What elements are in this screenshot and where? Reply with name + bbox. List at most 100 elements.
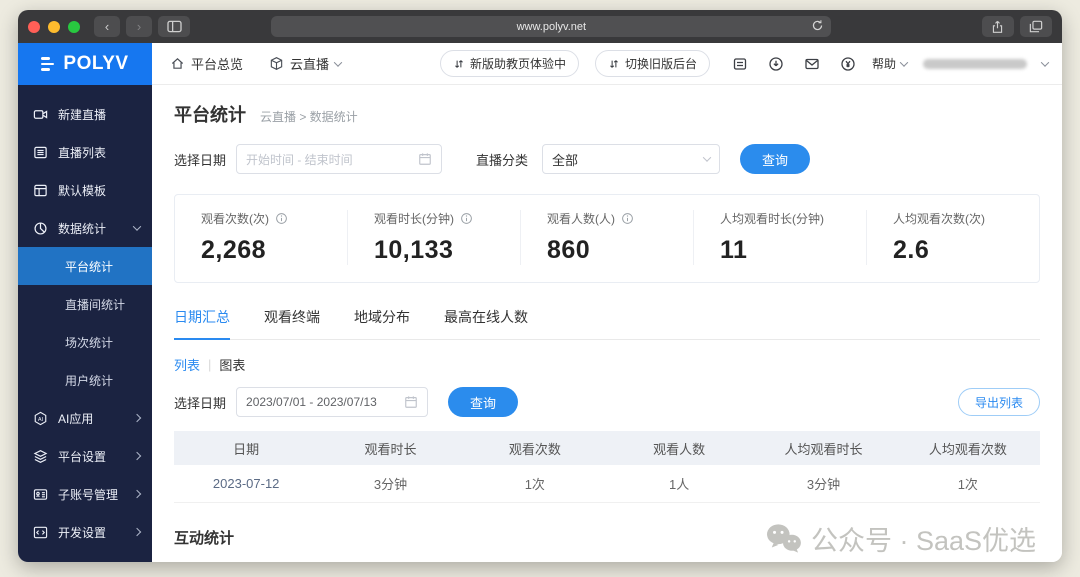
calendar-icon [419, 153, 431, 165]
page-title: 平台统计 [174, 105, 246, 125]
col-date: 日期 [174, 431, 319, 465]
col-views: 观看次数 [462, 431, 607, 465]
cell-date: 2023-07-12 [174, 465, 319, 503]
sidebar-item-label: 平台设置 [58, 449, 107, 464]
help-label: 帮助 [871, 57, 896, 71]
sidebar-item-data-statistics[interactable]: 数据统计 [18, 209, 152, 247]
category-selected-value: 全部 [552, 152, 579, 168]
stat-label: 观看人数(人) [547, 212, 615, 226]
sidebar: 新建直播 直播列表 默认模板 数据统计 平台统计 直播间统计 场次统计 用户统计… [18, 85, 152, 562]
toggle-chart[interactable]: 图表 [219, 355, 245, 374]
stat-value: 2.6 [893, 236, 930, 264]
sidebar-item-user-statistics[interactable]: 用户统计 [18, 361, 152, 399]
stat-label: 观看次数(次) [201, 212, 269, 226]
tab-date-summary[interactable]: 日期汇总 [174, 307, 230, 340]
info-icon[interactable] [460, 212, 473, 225]
new-version-label: 新版助教页体验中 [469, 57, 566, 71]
app-logo: POLYV [18, 43, 152, 85]
zoom-window-button[interactable] [68, 20, 80, 33]
sidebar-item-live-list[interactable]: 直播列表 [18, 133, 152, 171]
account-name-redacted[interactable] [923, 58, 1027, 69]
sidebar-item-developer-settings[interactable]: 开发设置 [18, 513, 152, 551]
sidebar-item-default-template[interactable]: 默认模板 [18, 171, 152, 209]
url-text: www.polyv.net [516, 20, 587, 33]
sidebar-item-ai-apps[interactable]: AI AI应用 [18, 399, 152, 437]
nav-platform-overview[interactable]: 平台总览 [170, 54, 243, 73]
filter-query-button[interactable]: 查询 [740, 144, 811, 174]
category-select[interactable]: 全部 [542, 144, 721, 174]
layers-icon [33, 449, 48, 463]
sidebar-item-liveroom-statistics[interactable]: 直播间统计 [18, 285, 152, 323]
forward-button[interactable]: › [126, 16, 152, 37]
sidebar-item-label: 开发设置 [58, 525, 107, 540]
switch-old-label: 切换旧版后台 [624, 57, 697, 71]
sidebar-item-label: 直播列表 [58, 145, 107, 160]
list-icon [34, 146, 47, 158]
back-button[interactable]: ‹ [94, 16, 120, 37]
share-icon[interactable] [981, 16, 1014, 37]
info-icon[interactable] [621, 212, 634, 225]
swap-icon [610, 59, 618, 68]
swap-icon [455, 59, 463, 68]
chevron-right-icon [132, 451, 142, 461]
close-window-button[interactable] [28, 20, 40, 33]
stat-viewer-count: 观看人数(人) 860 [521, 210, 694, 265]
stat-avg-duration: 人均观看时长(分钟) 11 [694, 210, 867, 265]
nav-product-label: 云直播 [290, 57, 330, 72]
logo-text: POLYV [63, 53, 129, 74]
sidebar-item-label: 数据统计 [58, 221, 107, 236]
date-range-input[interactable]: 开始时间 - 结束时间 [236, 144, 443, 174]
stat-label: 人均观看时长(分钟) [720, 212, 824, 226]
tab-max-online[interactable]: 最高在线人数 [444, 307, 528, 339]
nav-overview-label: 平台总览 [191, 57, 244, 72]
date-query-value: 2023/07/01 - 2023/07/13 [246, 395, 377, 409]
cell-viewers: 1人 [606, 465, 752, 503]
tab-overview-icon[interactable] [1019, 16, 1052, 37]
sidebar-subitem-label: 用户统计 [65, 373, 114, 388]
new-version-pill-button[interactable]: 新版助教页体验中 [439, 50, 579, 77]
wechat-icon [766, 523, 801, 553]
cube-icon [270, 57, 283, 70]
sidebar-item-new-live[interactable]: 新建直播 [18, 95, 152, 133]
notice-list-icon[interactable] [726, 51, 754, 77]
sidebar-item-subaccount-management[interactable]: 子账号管理 [18, 475, 152, 513]
export-list-button[interactable]: 导出列表 [957, 388, 1040, 416]
menu-icon[interactable] [41, 57, 55, 71]
toggle-list[interactable]: 列表 [174, 355, 200, 374]
sidebar-toggle-icon[interactable] [158, 16, 190, 37]
tab-region-distribution[interactable]: 地域分布 [354, 307, 410, 339]
browser-window: ‹ › www.polyv.net POLYV 平台总览 云直播 新版助教页体验… [18, 10, 1062, 562]
tab-view-terminal[interactable]: 观看终端 [264, 307, 320, 339]
category-filter-label: 直播分类 [476, 152, 529, 168]
message-icon[interactable] [798, 51, 826, 77]
switch-old-version-pill-button[interactable]: 切换旧版后台 [594, 50, 710, 77]
sidebar-item-platform-statistics[interactable]: 平台统计 [18, 247, 152, 285]
help-menu[interactable]: 帮助 [871, 55, 909, 72]
stat-label: 观看时长(分钟) [374, 212, 454, 226]
date-query-label: 选择日期 [174, 395, 227, 411]
download-center-icon[interactable] [762, 51, 790, 77]
stats-tabs: 日期汇总 观看终端 地域分布 最高在线人数 [174, 307, 1040, 340]
date-query-button[interactable]: 查询 [448, 387, 519, 417]
info-icon[interactable] [275, 212, 288, 225]
finance-icon[interactable] [834, 51, 862, 77]
account-chevron-down-icon[interactable] [1040, 57, 1050, 67]
stat-value: 11 [720, 236, 748, 264]
chevron-down-icon [899, 57, 909, 67]
col-viewers: 观看人数 [606, 431, 752, 465]
sidebar-item-platform-settings[interactable]: 平台设置 [18, 437, 152, 475]
breadcrumb: 云直播 > 数据统计 [260, 110, 358, 124]
date-query-input[interactable]: 2023/07/01 - 2023/07/13 [236, 387, 429, 417]
browser-chrome: ‹ › www.polyv.net [18, 10, 1062, 43]
reload-icon[interactable] [811, 19, 824, 35]
col-duration: 观看时长 [318, 431, 463, 465]
table-row: 2023-07-12 3分钟 1次 1人 3分钟 1次 [174, 465, 1040, 503]
stat-label: 人均观看次数(次) [893, 212, 985, 226]
calendar-icon [405, 396, 417, 408]
minimize-window-button[interactable] [48, 20, 60, 33]
sidebar-item-session-statistics[interactable]: 场次统计 [18, 323, 152, 361]
nav-cloud-live[interactable]: 云直播 [269, 54, 343, 73]
cell-avg-views: 1次 [895, 465, 1040, 503]
address-bar[interactable]: www.polyv.net [271, 16, 832, 37]
table-header-row: 日期 观看时长 观看次数 观看人数 人均观看时长 人均观看次数 [174, 431, 1040, 465]
